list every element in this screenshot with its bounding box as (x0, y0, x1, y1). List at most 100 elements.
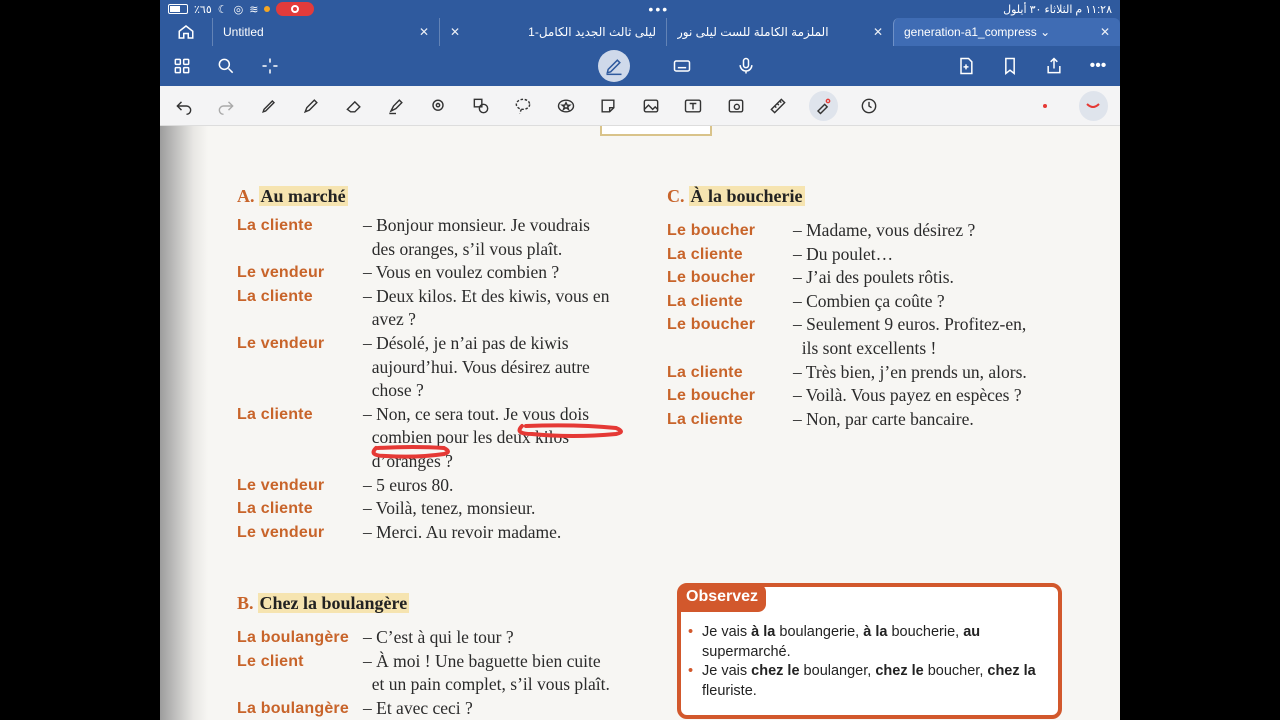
image-icon[interactable] (639, 94, 662, 118)
mic-indicator-icon (264, 6, 271, 12)
section-letter: C. (667, 186, 685, 206)
close-icon[interactable]: ✕ (450, 25, 460, 39)
sticky-note-icon[interactable] (597, 94, 620, 118)
search-icon[interactable] (214, 54, 238, 78)
dialogue-text: – C’est à qui le tour ? (363, 627, 514, 647)
ai-sparkle-icon[interactable] (258, 54, 282, 78)
dialogue-line: La boulangère – Et avec ceci ? (237, 697, 657, 720)
dialogue-text: aujourd’hui. Vous désirez autre (363, 356, 590, 377)
tab-untitled[interactable]: Untitled ✕ (212, 18, 439, 46)
speaker-label: Le vendeur (237, 476, 325, 494)
home-icon[interactable] (160, 18, 212, 46)
speaker-label: La cliente (667, 292, 743, 310)
tab-label: generation-a1_compress ⌄ (904, 25, 1050, 39)
location-icon: ◎ (233, 3, 244, 16)
close-icon[interactable]: ✕ (873, 25, 883, 39)
more-icon[interactable]: ••• (1086, 54, 1110, 78)
shapes-tool-icon[interactable] (469, 94, 492, 118)
screen-record-icon[interactable] (276, 2, 315, 16)
observez-text: supermarché. (702, 643, 791, 660)
section-title: Chez la boulangère (257, 593, 410, 613)
toolbar-left (170, 54, 282, 78)
ink-color-dot[interactable] (1030, 91, 1059, 121)
observez-bold-text: chez la (987, 663, 1036, 679)
tab-document-2[interactable]: ✕ ليلى ثالث الجديد الكامل-1 (439, 18, 666, 46)
dialogue-line: ils sont excellents ! (667, 337, 1087, 361)
redo-icon[interactable] (214, 94, 237, 118)
dialogue-boulangere: La boulangère – C’est à qui le tour ? Le c… (237, 626, 657, 720)
section-a-heading: A. Au marché (237, 186, 348, 207)
tab-generation[interactable]: generation-a1_compress ⌄ ✕ (893, 18, 1120, 46)
dialogue-line: La cliente – Deux kilos. Et des kiwis, vo… (237, 285, 657, 309)
dialogue-line: aujourd’hui. Vous désirez autre (237, 356, 657, 380)
dialogue-line: Le boucher – J’ai des poulets rôtis. (667, 266, 1087, 290)
dialogue-line: La cliente – Non, par carte bancaire. (667, 408, 1087, 432)
section-c-heading: C. À la boucherie (667, 186, 805, 207)
ruler-icon[interactable] (766, 94, 789, 118)
bookmark-icon[interactable] (998, 54, 1022, 78)
dialogue-text: – Voilà. Vous payez en espèces ? (793, 385, 1022, 406)
dialogue-line: La cliente – Du poulet… (667, 243, 1087, 267)
pen-tool-icon[interactable] (257, 94, 280, 118)
observez-text: boulangerie, (775, 624, 864, 640)
dialogue-text: ils sont excellents ! (793, 337, 937, 358)
battery-level: ٪٦٥ (194, 3, 212, 16)
speaker-label: La cliente (237, 287, 313, 305)
dialogue-line: La cliente – Voilà, tenez, monsieur. (237, 497, 657, 521)
document-page[interactable]: A. Au marché La cliente – Bonjour monsieur… (160, 126, 1120, 720)
close-icon[interactable]: ✕ (1100, 25, 1110, 39)
speaker-label (237, 356, 363, 380)
dialogue-line: des oranges, s’il vous plaît. (237, 238, 657, 262)
speaker-label: La cliente (667, 245, 743, 263)
add-page-icon[interactable] (954, 54, 978, 78)
speaker-label: Le client (237, 652, 304, 670)
dialogue-line: Le vendeur – Désolé, je n’ai pas de kiwis (237, 332, 657, 356)
speaker-label: Le vendeur (237, 264, 325, 282)
close-icon[interactable]: ✕ (419, 25, 429, 39)
keyboard-icon[interactable] (670, 54, 694, 78)
observez-text: Je vais (702, 624, 752, 640)
dialogue-line: La cliente – Non, ce sera tout. Je vous d… (237, 403, 657, 427)
observez-text: Je vais (702, 663, 752, 679)
dialogue-line: Le boucher – Voilà. Vous payez en espèces… (667, 384, 1087, 408)
lasso-tool-icon[interactable] (512, 94, 535, 118)
dialogue-line: Le vendeur – Merci. Au revoir madame. (237, 521, 657, 545)
undo-icon[interactable] (172, 94, 195, 118)
dialogue-line: et un pain complet, s’il vous plaît. (237, 673, 657, 697)
section-title: À la boucherie (688, 186, 805, 206)
dialogue-text: – Seulement 9 euros. Profitez-en, (793, 314, 1027, 335)
tab-document-3[interactable]: الملزمة الكاملة للست ليلى نور ✕ (666, 18, 893, 46)
observez-item: Je vais chez le boulanger, chez le bouch… (682, 662, 1052, 701)
highlighter-tool-icon[interactable] (384, 94, 407, 118)
moon-icon: ☾ (217, 3, 228, 16)
grid-view-icon[interactable] (170, 54, 194, 78)
text-box-icon[interactable] (681, 94, 704, 118)
pen-mode-icon[interactable] (598, 50, 630, 82)
chevron-down-icon[interactable]: ⌄ (1040, 25, 1050, 39)
dialogue-text: – Et avec ceci ? (363, 697, 473, 718)
share-icon[interactable] (1042, 54, 1066, 78)
dialogue-line: La cliente – Combien ça coûte ? (667, 290, 1087, 314)
observez-bold-text: chez le (751, 663, 800, 679)
speaker-label: La cliente (237, 217, 313, 234)
tab-label-text: generation-a1_compress (904, 25, 1037, 39)
dialogue-line: Le client – À moi ! Une baguette bien cui… (237, 650, 657, 674)
observez-text: boulanger, (799, 663, 876, 679)
dialogue-text: – Du poulet… (793, 243, 894, 264)
dialogue-line: Le vendeur – 5 euros 80. (237, 474, 657, 498)
pencil-tool-icon[interactable] (299, 94, 322, 118)
sticker-icon[interactable] (554, 94, 577, 118)
dialogue-line: La cliente – Très bien, j’en prends un, a… (667, 361, 1087, 385)
timer-icon[interactable] (857, 94, 880, 118)
eraser-tool-icon[interactable] (342, 94, 365, 118)
speaker-label: Le boucher (667, 269, 756, 287)
lasso-shape-icon[interactable] (427, 94, 450, 118)
microphone-icon[interactable] (734, 54, 758, 78)
multitask-icon[interactable]: ••• (648, 2, 669, 16)
laser-pointer-icon[interactable] (808, 90, 839, 121)
dialogue-text: – J’ai des poulets rôtis. (793, 267, 954, 288)
dialogue-text: – À moi ! Une baguette bien cuite (363, 650, 601, 671)
ink-stroke-preview[interactable] (1078, 90, 1108, 121)
speaker-label (237, 673, 363, 697)
camera-scan-icon[interactable] (724, 94, 747, 118)
